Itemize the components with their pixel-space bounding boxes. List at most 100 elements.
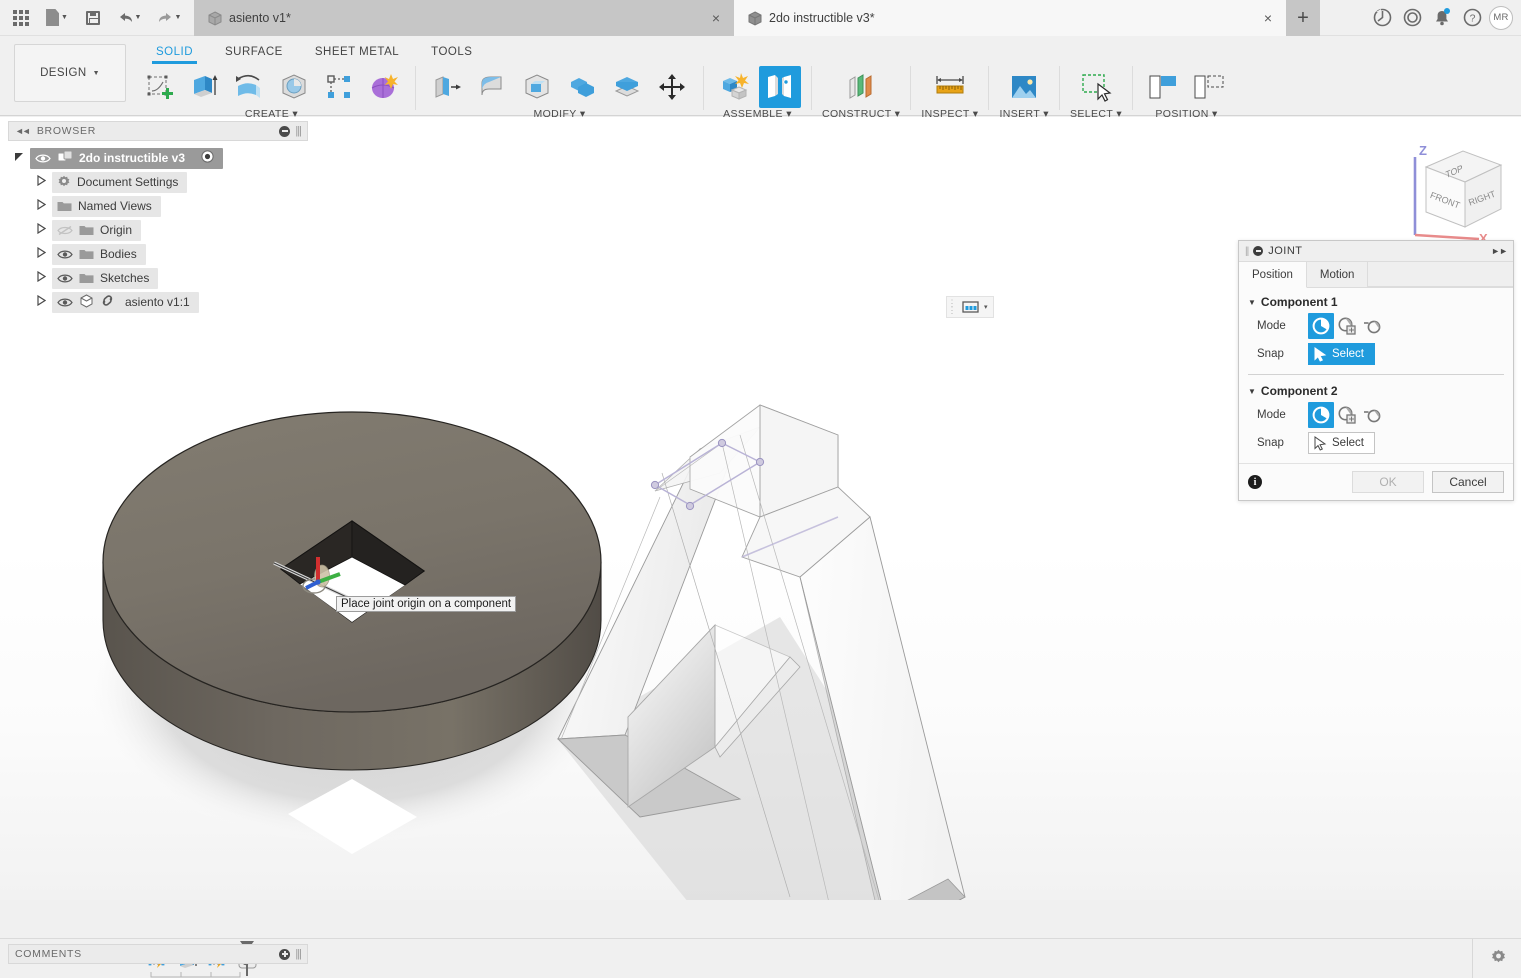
expand-arrow-icon[interactable] (30, 174, 52, 189)
tree-item-document-settings[interactable]: Document Settings (52, 171, 188, 193)
redo-button[interactable]: ▼ (150, 3, 188, 33)
save-button[interactable] (78, 3, 108, 33)
joint-dialog-header[interactable]: || JOINT ►► (1239, 241, 1513, 262)
extension-icon[interactable] (1369, 5, 1395, 31)
tree-row-origin[interactable]: Origin (8, 218, 308, 242)
document-tab-2do-instructible[interactable]: 2do instructible v3* × (734, 0, 1286, 36)
revolve-button[interactable] (228, 66, 270, 108)
display-settings-button[interactable]: ▾ (957, 300, 993, 314)
minimize-circle-icon[interactable] (279, 125, 291, 137)
drag-grip-icon[interactable]: ⋮ ⋮ (947, 299, 957, 315)
drag-grip-icon[interactable]: ||| (295, 948, 302, 960)
eye-visible-icon[interactable] (57, 297, 73, 308)
expand-arrow-icon[interactable] (30, 222, 52, 237)
eye-visible-icon[interactable] (57, 249, 73, 260)
tree-item-root[interactable]: 2do instructible v3 (30, 147, 224, 169)
cancel-button[interactable]: Cancel (1432, 471, 1504, 493)
tab-sheet-metal[interactable]: SHEET METAL (299, 36, 415, 64)
tab-solid[interactable]: SOLID (140, 36, 209, 64)
workspace-switcher-design[interactable]: DESIGN ▼ (14, 44, 126, 102)
combine-button[interactable] (561, 66, 603, 108)
revolute-joint-mode-button[interactable] (1334, 402, 1360, 428)
tree-row-document-settings[interactable]: Document Settings (8, 170, 308, 194)
collapse-left-icon[interactable]: ◄◄ (15, 126, 31, 136)
timeline-settings-button[interactable] (1490, 949, 1507, 969)
eye-visible-icon[interactable] (57, 273, 73, 284)
expand-arrow-icon[interactable] (30, 270, 52, 285)
position-copy-button[interactable] (1188, 66, 1230, 108)
tab-surface[interactable]: SURFACE (209, 36, 299, 64)
tree-row-bodies[interactable]: Bodies (8, 242, 308, 266)
tab-position[interactable]: Position (1239, 262, 1307, 288)
new-document-button[interactable]: ▼ (38, 3, 76, 33)
viewport-mini-toolbar[interactable]: ⋮ ⋮ ▾ (946, 296, 994, 318)
drag-grip-icon[interactable]: ||| (295, 125, 302, 137)
job-status-icon[interactable] (1399, 5, 1425, 31)
add-comment-icon[interactable] (279, 948, 291, 960)
offset-plane-button[interactable] (840, 66, 882, 108)
minimize-circle-icon[interactable] (1253, 246, 1264, 256)
chevron-down-icon: ▾ (984, 303, 988, 311)
notifications-bell-icon[interactable] (1429, 5, 1455, 31)
undo-button[interactable]: ▼ (110, 3, 148, 33)
tab-motion[interactable]: Motion (1307, 262, 1369, 287)
expand-arrow-icon[interactable] (8, 151, 30, 165)
tree-row-asiento[interactable]: asiento v1:1 (8, 290, 308, 314)
joint-button[interactable] (759, 66, 801, 108)
expand-arrow-icon[interactable] (30, 294, 52, 309)
revolute-joint-mode-button[interactable] (1334, 313, 1360, 339)
rigid-joint-mode-button[interactable] (1308, 402, 1334, 428)
shell-button[interactable] (516, 66, 558, 108)
sweep-button[interactable] (273, 66, 315, 108)
tree-item-bodies[interactable]: Bodies (52, 243, 146, 265)
eye-hidden-icon[interactable] (57, 225, 73, 236)
select-window-button[interactable] (1075, 66, 1117, 108)
expand-arrow-icon[interactable] (30, 198, 52, 213)
extrude-button[interactable] (183, 66, 225, 108)
avatar[interactable]: MR (1489, 5, 1513, 30)
new-component-button[interactable] (714, 66, 756, 108)
tree-item-sketches[interactable]: Sketches (52, 267, 159, 289)
joint-dialog-tabs: Position Motion (1239, 262, 1513, 288)
measure-button[interactable] (929, 66, 971, 108)
tree-item-origin[interactable]: Origin (52, 219, 142, 241)
section-header-component-1[interactable]: ▼ Component 1 (1239, 288, 1513, 312)
tab-tools[interactable]: TOOLS (415, 36, 488, 64)
info-icon[interactable]: i (1248, 475, 1262, 489)
new-tab-button[interactable]: + (1286, 0, 1320, 36)
close-icon[interactable]: × (1242, 11, 1272, 25)
tree-row-root[interactable]: 2do instructible v3 (8, 146, 308, 170)
ok-button[interactable]: OK (1352, 471, 1424, 493)
expand-right-icon[interactable]: ►► (1491, 246, 1508, 256)
component1-select-button[interactable]: Select (1308, 343, 1375, 365)
help-icon[interactable]: ? (1459, 5, 1485, 31)
tree-item-asiento[interactable]: asiento v1:1 (52, 291, 199, 313)
comments-panel[interactable]: COMMENTS ||| (8, 944, 308, 964)
slider-joint-mode-button[interactable] (1360, 402, 1386, 428)
snap-label: Snap (1257, 437, 1284, 449)
slider-joint-mode-button[interactable] (1360, 313, 1386, 339)
drag-grip-icon[interactable]: || (1245, 246, 1249, 257)
offset-face-button[interactable] (606, 66, 648, 108)
document-tab-asiento[interactable]: asiento v1* × (194, 0, 734, 36)
tree-row-sketches[interactable]: Sketches (8, 266, 308, 290)
form-button[interactable] (363, 66, 405, 108)
pattern-button[interactable] (318, 66, 360, 108)
fillet-button[interactable] (471, 66, 513, 108)
align-button[interactable] (1143, 66, 1185, 108)
insert-image-button[interactable] (1003, 66, 1045, 108)
create-sketch-button[interactable] (138, 66, 180, 108)
apps-grid-button[interactable] (6, 3, 36, 33)
view-cube[interactable]: Z X TOP FRONT RIGHT (1393, 135, 1517, 246)
radio-active-icon[interactable] (201, 150, 214, 166)
section-header-component-2[interactable]: ▼ Component 2 (1239, 377, 1513, 401)
rigid-joint-mode-button[interactable] (1308, 313, 1334, 339)
component2-select-button[interactable]: Select (1308, 432, 1375, 454)
close-icon[interactable]: × (690, 11, 720, 25)
eye-visible-icon[interactable] (35, 153, 51, 164)
move-copy-button[interactable] (651, 66, 693, 108)
expand-arrow-icon[interactable] (30, 246, 52, 261)
press-pull-button[interactable] (426, 66, 468, 108)
tree-item-named-views[interactable]: Named Views (52, 195, 161, 217)
tree-row-named-views[interactable]: Named Views (8, 194, 308, 218)
